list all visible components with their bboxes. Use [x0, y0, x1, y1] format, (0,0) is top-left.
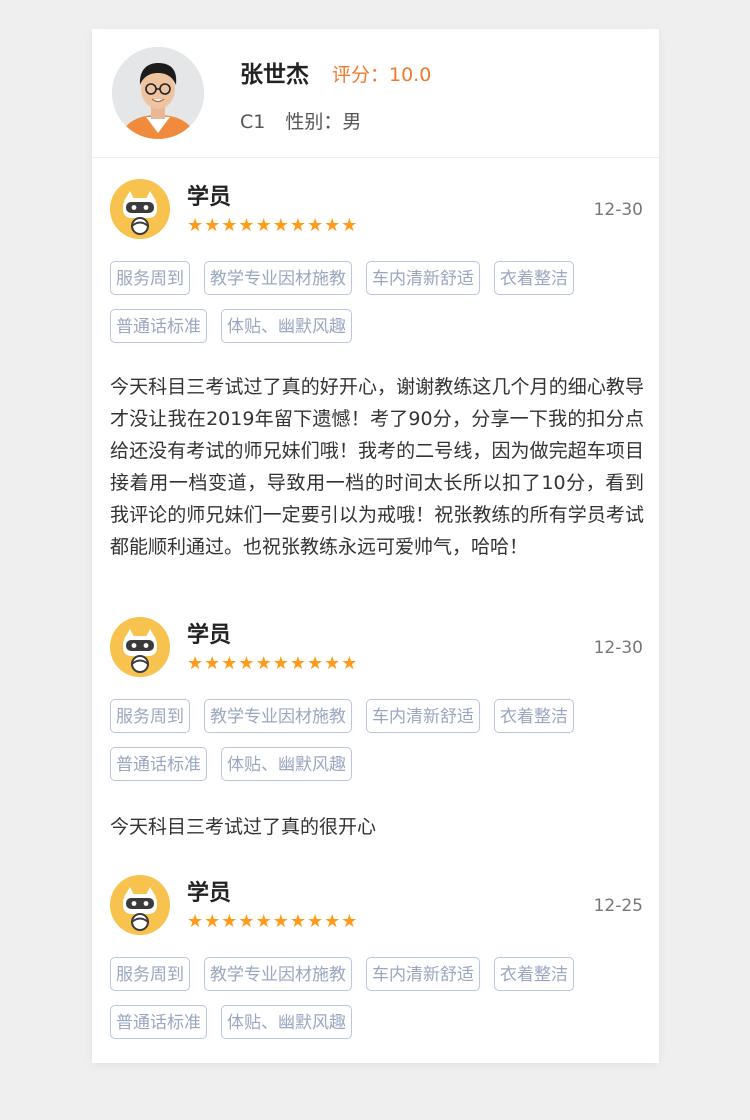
review-date: 12-30	[593, 200, 643, 220]
star-icon: ★	[238, 215, 256, 236]
review-text: 今天科目三考试过了真的很开心	[110, 816, 377, 838]
star-icon: ★	[255, 653, 273, 674]
star-icon: ★	[272, 653, 290, 674]
review-item: 学员 ★★★★★★★★★★ 12-30 服务周到 教学专业因材施教 车内清新舒适 衣着整洁普…	[92, 617, 659, 857]
review-item: 学员 ★★★★★★★★★★ 12-30 服务周到 教学专业因材施教 车内清新舒适 衣着整洁普…	[92, 179, 659, 609]
star-icon: ★	[324, 911, 342, 932]
coach-photo-icon	[112, 47, 204, 139]
review-tag: 衣着整洁	[494, 699, 574, 733]
review-tag: 教学专业因材施教	[204, 957, 352, 991]
review-tag: 车内清新舒适	[366, 957, 480, 991]
star-icon: ★	[272, 215, 290, 236]
review-tag: 衣着整洁	[494, 261, 574, 295]
star-icon: ★	[306, 215, 325, 236]
star-icon: ★	[341, 911, 359, 932]
star-icon: ★	[341, 215, 359, 236]
review-item: 学员 ★★★★★★★★★★ 12-25 服务周到 教学专业因材施教 车内清新舒适 衣着整洁普…	[92, 875, 659, 1050]
star-rating: ★★★★★★★★★★	[187, 655, 358, 673]
star-icon: ★	[289, 653, 307, 674]
star-icon: ★	[324, 653, 342, 674]
star-rating: ★★★★★★★★★★	[187, 217, 358, 235]
review-date: 12-30	[593, 638, 643, 658]
star-icon: ★	[306, 911, 325, 932]
coach-header: 张世杰 评分：10.0 C1 性别：男	[92, 29, 659, 158]
review-tag: 普通话标准	[110, 747, 207, 781]
star-icon: ★	[221, 911, 239, 932]
coach-license: C1	[240, 111, 266, 133]
star-icon: ★	[187, 911, 205, 932]
star-icon: ★	[238, 653, 256, 674]
review-tag: 服务周到	[110, 261, 190, 295]
coach-rating: 评分：10.0	[332, 64, 432, 86]
review-tags: 服务周到 教学专业因材施教 车内清新舒适 衣着整洁普通话标准 体贴、幽默风趣	[110, 261, 630, 357]
star-rating: ★★★★★★★★★★	[187, 913, 358, 931]
star-icon: ★	[204, 653, 222, 674]
coach-avatar[interactable]	[112, 47, 204, 139]
star-icon: ★	[255, 911, 273, 932]
review-tag: 体贴、幽默风趣	[221, 1005, 352, 1039]
reviewer-name: 学员	[187, 185, 232, 210]
star-icon: ★	[221, 653, 239, 674]
coach-meta: C1 性别：男	[240, 107, 361, 134]
review-tag: 教学专业因材施教	[204, 699, 352, 733]
review-tag: 服务周到	[110, 699, 190, 733]
star-icon: ★	[255, 215, 273, 236]
review-tag: 衣着整洁	[494, 957, 574, 991]
star-icon: ★	[306, 653, 325, 674]
review-tag: 体贴、幽默风趣	[221, 747, 352, 781]
review-tag: 教学专业因材施教	[204, 261, 352, 295]
coach-name: 张世杰	[240, 62, 309, 88]
review-tag: 普通话标准	[110, 309, 207, 343]
review-tag: 车内清新舒适	[366, 261, 480, 295]
review-tags: 服务周到 教学专业因材施教 车内清新舒适 衣着整洁普通话标准 体贴、幽默风趣	[110, 957, 630, 1053]
reviewer-name: 学员	[187, 881, 232, 906]
star-icon: ★	[289, 911, 307, 932]
review-date: 12-25	[593, 896, 643, 916]
star-icon: ★	[204, 911, 222, 932]
star-icon: ★	[341, 653, 359, 674]
review-tags: 服务周到 教学专业因材施教 车内清新舒适 衣着整洁普通话标准 体贴、幽默风趣	[110, 699, 630, 795]
reviewer-name: 学员	[187, 623, 232, 648]
star-icon: ★	[187, 215, 205, 236]
star-icon: ★	[324, 215, 342, 236]
student-avatar-icon[interactable]	[110, 179, 170, 239]
student-avatar-icon[interactable]	[110, 875, 170, 935]
review-tag: 体贴、幽默风趣	[221, 309, 352, 343]
coach-review-card: 张世杰 评分：10.0 C1 性别：男 学员 ★★★★★★★★★★ 12-30 服务周到…	[92, 29, 659, 1063]
star-icon: ★	[204, 215, 222, 236]
star-icon: ★	[221, 215, 239, 236]
star-icon: ★	[289, 215, 307, 236]
review-tag: 服务周到	[110, 957, 190, 991]
coach-gender: 性别：男	[285, 111, 362, 133]
star-icon: ★	[238, 911, 256, 932]
review-tag: 普通话标准	[110, 1005, 207, 1039]
review-text: 今天科目三考试过了真的好开心，谢谢教练这几个月的细心教导才没让我在2019年留下…	[110, 376, 644, 558]
star-icon: ★	[187, 653, 205, 674]
student-avatar-icon[interactable]	[110, 617, 170, 677]
review-tag: 车内清新舒适	[366, 699, 480, 733]
star-icon: ★	[272, 911, 290, 932]
